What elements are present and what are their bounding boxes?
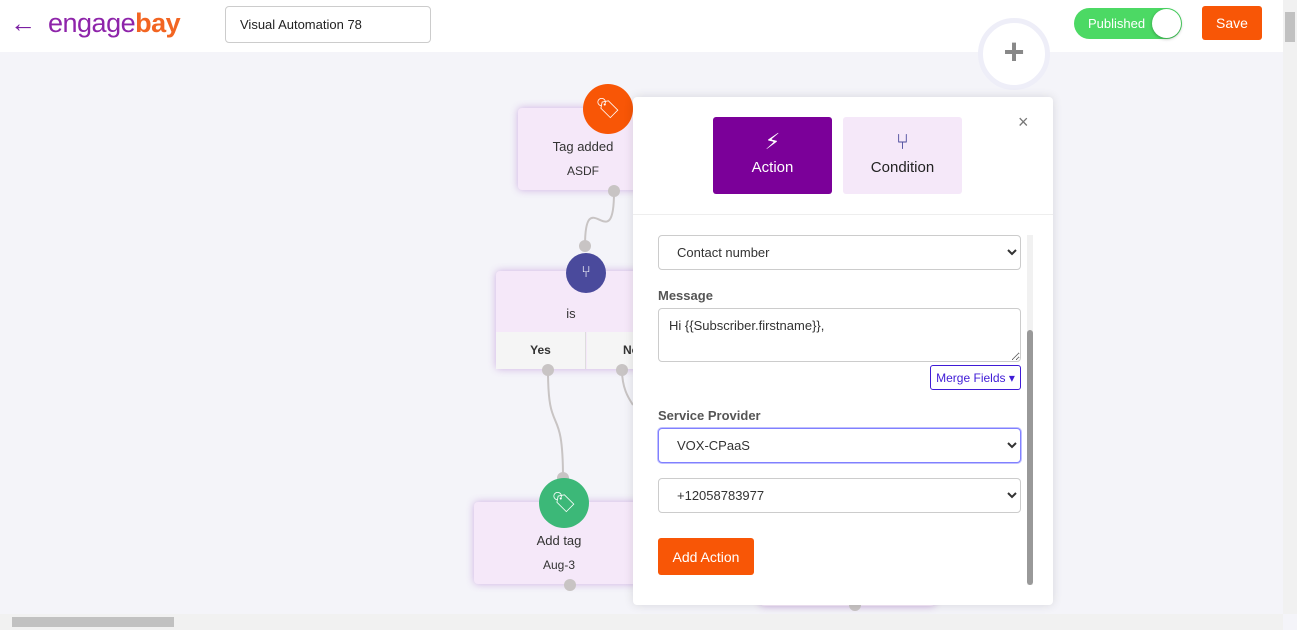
divider bbox=[633, 214, 1053, 215]
plus-icon[interactable]: + bbox=[978, 18, 1050, 90]
service-provider-select[interactable]: VOX-CPaaS bbox=[658, 428, 1021, 463]
service-provider-label: Service Provider bbox=[658, 408, 761, 423]
input-handle[interactable] bbox=[579, 240, 591, 252]
phone-number-select[interactable]: +12058783977 bbox=[658, 478, 1021, 513]
output-handle[interactable] bbox=[608, 185, 620, 197]
merge-fields-button[interactable]: Merge Fields ▾ bbox=[930, 365, 1021, 390]
tag-icon: 🏷︎ bbox=[539, 478, 589, 528]
message-textarea[interactable]: Hi {{Subscriber.firstname}}, bbox=[658, 308, 1021, 362]
horizontal-scrollbar[interactable] bbox=[0, 614, 1283, 630]
close-icon[interactable]: × bbox=[1018, 112, 1029, 133]
no-handle[interactable] bbox=[616, 364, 628, 376]
panel-scrollbar[interactable] bbox=[1027, 235, 1033, 585]
add-step-panel: ⚡︎ Action ⑂ Condition × Contact number Mes… bbox=[633, 97, 1053, 605]
yes-handle[interactable] bbox=[542, 364, 554, 376]
branch-icon: ⑂ bbox=[566, 253, 606, 293]
contact-field-select[interactable]: Contact number bbox=[658, 235, 1021, 270]
tag-icon: 🏷︎ bbox=[583, 84, 633, 134]
output-handle[interactable] bbox=[564, 579, 576, 591]
vertical-scrollbar[interactable] bbox=[1283, 0, 1297, 614]
message-label: Message bbox=[658, 288, 713, 303]
tab-action[interactable]: ⚡︎ Action bbox=[713, 117, 832, 194]
yes-branch[interactable]: Yes bbox=[496, 332, 586, 369]
add-action-button[interactable]: Add Action bbox=[658, 538, 754, 575]
bolt-icon: ⚡︎ bbox=[764, 129, 781, 154]
branch-icon: ⑂ bbox=[895, 129, 910, 154]
tab-condition[interactable]: ⑂ Condition bbox=[843, 117, 962, 194]
